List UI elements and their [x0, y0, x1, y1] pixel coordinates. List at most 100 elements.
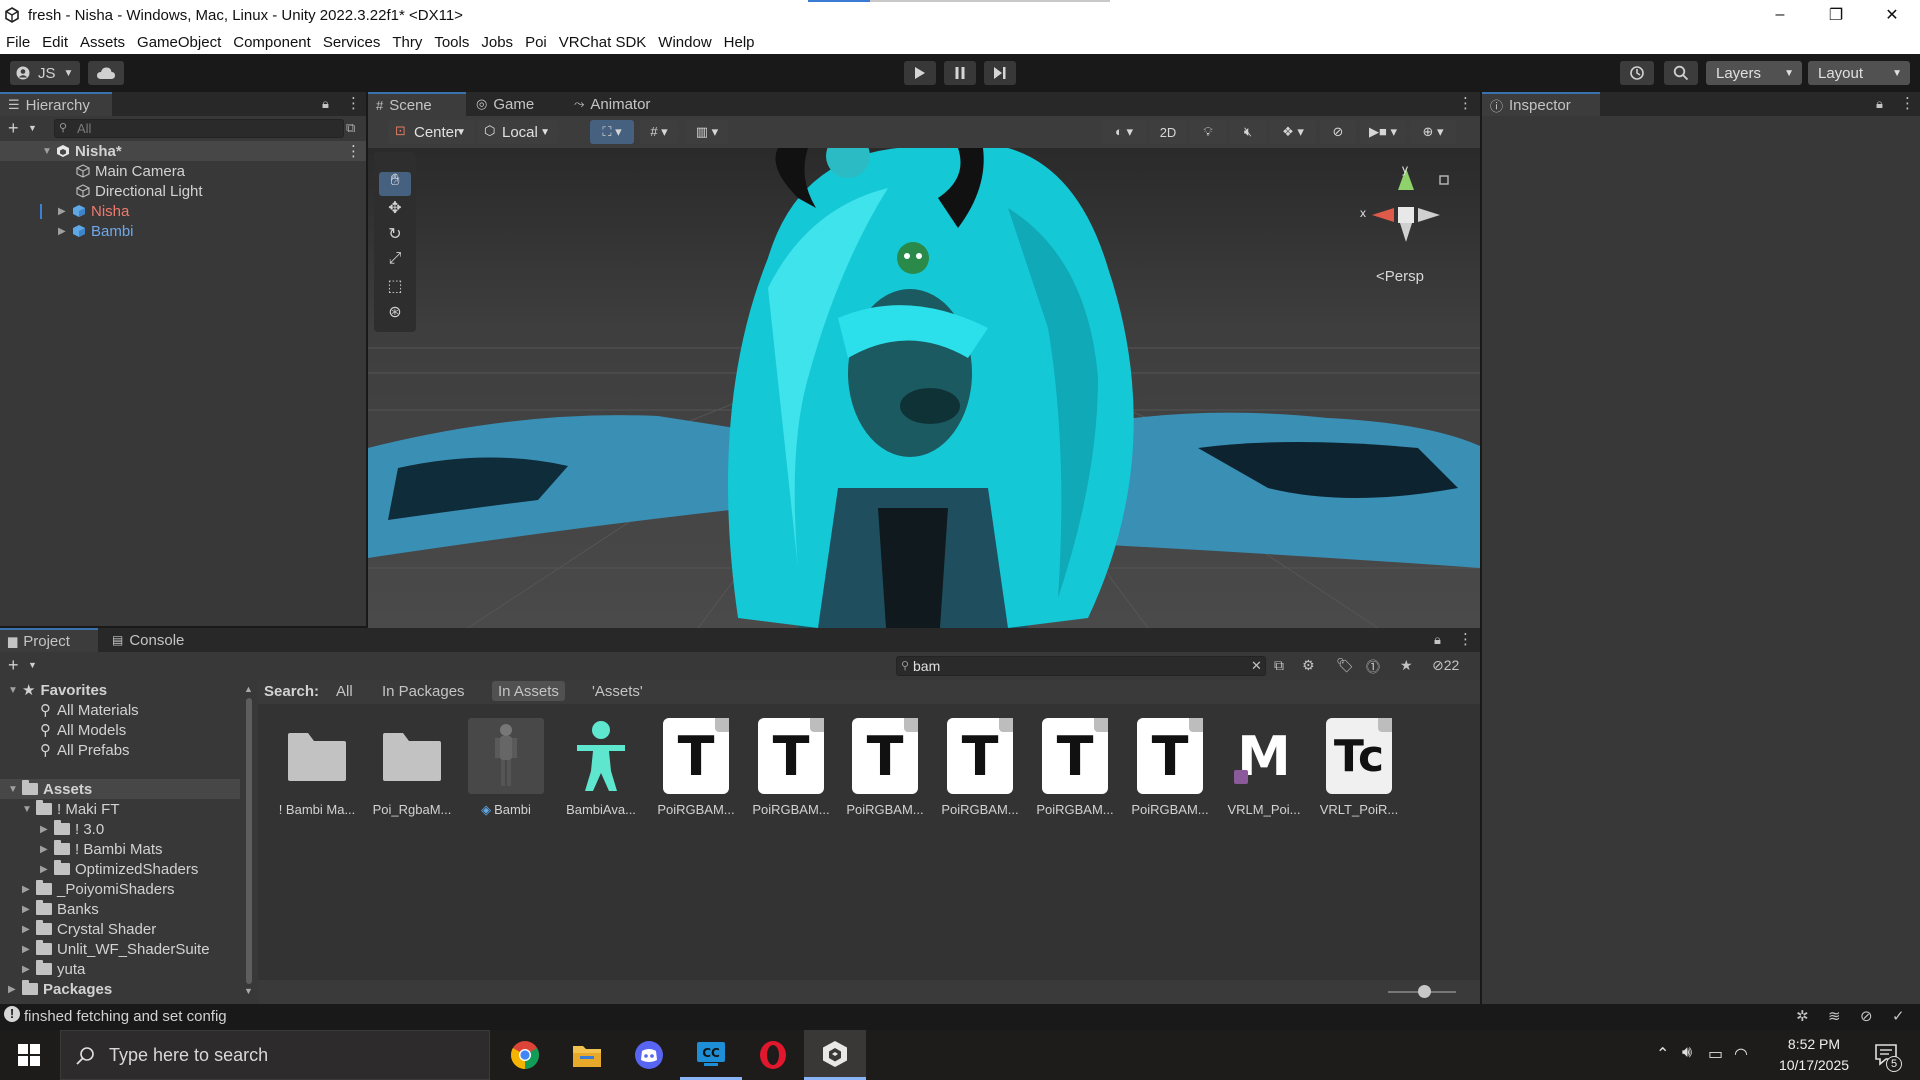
snap-toggle[interactable]: ⛶ ▾ — [590, 120, 634, 144]
tree-folder[interactable]: ▶ Banks — [22, 899, 99, 919]
search-by-type-icon[interactable]: ⧉ — [1274, 657, 1284, 674]
history-button[interactable] — [1620, 61, 1654, 85]
expand-arrow-icon[interactable]: ▶ — [22, 884, 36, 895]
scale-tool-button[interactable]: ⤢ — [379, 250, 411, 274]
project-search-input[interactable]: bam — [913, 658, 940, 674]
expand-arrow-icon[interactable]: ▼ — [42, 146, 56, 157]
menu-poi[interactable]: Poi — [519, 34, 553, 51]
pivot-dropdown[interactable]: ⊡ Center ▼ — [388, 120, 474, 144]
kebab-menu-icon[interactable]: ⋮ — [346, 142, 361, 160]
icon-size-slider-thumb[interactable] — [1418, 985, 1431, 998]
add-object-button[interactable]: + — [8, 118, 19, 139]
asset-item[interactable]: T PoiRGBAM... — [937, 718, 1023, 817]
menu-edit[interactable]: Edit — [36, 34, 74, 51]
cache-server-icon[interactable]: ⊘ — [1860, 1007, 1873, 1025]
wifi-icon[interactable]: ◠ — [1734, 1044, 1748, 1064]
chevron-down-icon[interactable]: ▼ — [28, 123, 37, 133]
asset-item[interactable]: ! Bambi Ma... — [274, 718, 360, 817]
asset-item[interactable]: M VRLM_Poi... — [1221, 718, 1307, 818]
expand-arrow-icon[interactable]: ▶ — [22, 904, 36, 915]
camera-settings-dropdown[interactable]: ▶■ ▾ — [1360, 120, 1406, 144]
cloud-button[interactable] — [88, 61, 124, 85]
rotate-tool-button[interactable]: ↻ — [379, 224, 411, 248]
taskbar-file-explorer[interactable] — [556, 1030, 618, 1080]
hierarchy-item-bambi[interactable]: ▶ Bambi — [58, 221, 134, 241]
scroll-down-icon[interactable]: ▼ — [244, 986, 253, 996]
transform-tool-button[interactable]: ⊛ — [379, 302, 411, 326]
expand-arrow-icon[interactable]: ▶ — [40, 864, 54, 875]
tree-folder[interactable]: ▶ OptimizedShaders — [40, 859, 198, 879]
tree-folder[interactable]: ▶ ! 3.0 — [40, 819, 104, 839]
scroll-up-icon[interactable]: ▲ — [244, 684, 253, 694]
clock-date[interactable]: 10/17/2025 — [1768, 1057, 1860, 1073]
restore-button[interactable]: ❐ — [1808, 0, 1864, 30]
toggle-2d-button[interactable]: 2D — [1150, 120, 1186, 144]
check-circle-icon[interactable]: ✓ — [1892, 1007, 1905, 1025]
taskbar-chrome[interactable] — [494, 1030, 556, 1080]
tree-folder[interactable]: ▶ yuta — [22, 959, 85, 979]
menu-services[interactable]: Services — [317, 34, 387, 51]
battery-icon[interactable]: ▭ — [1708, 1044, 1723, 1064]
scene-search-icon[interactable]: ⧉ — [346, 120, 355, 136]
taskbar-discord[interactable] — [618, 1030, 680, 1080]
lock-icon[interactable]: 🔒︎ — [1434, 632, 1441, 648]
lock-icon[interactable]: 🔒︎ — [322, 96, 329, 112]
audio-toggle[interactable]: 🔇︎ — [1230, 120, 1266, 144]
asset-item[interactable]: Poi_RgbaM... — [369, 718, 455, 817]
menu-jobs[interactable]: Jobs — [475, 34, 519, 51]
chevron-up-icon[interactable]: ⌃ — [1656, 1044, 1669, 1064]
status-message[interactable]: finshed fetching and set config — [24, 1008, 227, 1025]
tab-console[interactable]: ▤ Console — [104, 628, 204, 652]
menu-assets[interactable]: Assets — [74, 34, 131, 51]
search-scope-all[interactable]: All — [336, 683, 353, 700]
filter-by-type-icon[interactable]: ⚙︎ — [1302, 657, 1315, 674]
taskbar-search-input[interactable]: Type here to search — [109, 1045, 268, 1066]
start-button[interactable] — [0, 1030, 58, 1080]
hidden-objects-toggle[interactable]: ⊘ — [1320, 120, 1356, 144]
asset-item[interactable]: T PoiRGBAM... — [748, 718, 834, 817]
kebab-menu-icon[interactable]: ⋮ — [1900, 94, 1915, 112]
hierarchy-search-field[interactable]: ⚲ All — [54, 119, 344, 138]
expand-arrow-icon[interactable]: ▶ — [22, 924, 36, 935]
create-asset-button[interactable]: + — [8, 655, 19, 676]
projection-label[interactable]: <Persp — [1376, 268, 1424, 285]
tab-inspector[interactable]: ⓘ Inspector — [1482, 92, 1600, 116]
menu-window[interactable]: Window — [652, 34, 717, 51]
tree-folder[interactable]: ▼ ! Maki FT — [22, 799, 120, 819]
taskbar-unity[interactable] — [804, 1030, 866, 1080]
favorite-all-models[interactable]: ⚲ All Models — [40, 720, 126, 740]
taskbar-opera[interactable] — [742, 1030, 804, 1080]
clock-time[interactable]: 8:52 PM — [1768, 1036, 1860, 1052]
asset-item[interactable]: BambiAva... — [558, 718, 644, 817]
search-scope-in-packages[interactable]: In Packages — [382, 683, 465, 700]
expand-arrow-icon[interactable]: ▼ — [8, 784, 22, 795]
layers-stack-icon[interactable]: ≋ — [1828, 1007, 1841, 1025]
close-button[interactable]: ✕ — [1864, 0, 1920, 30]
asset-item[interactable]: Tc VRLT_PoiR... — [1316, 718, 1402, 817]
menu-help[interactable]: Help — [718, 34, 761, 51]
space-dropdown[interactable]: ⬡ Local ▼ — [478, 120, 558, 144]
kebab-menu-icon[interactable]: ⋮ — [346, 94, 361, 112]
scene-orientation-gizmo[interactable]: y x <Persp — [1356, 160, 1456, 290]
menu-tools[interactable]: Tools — [428, 34, 475, 51]
hierarchy-search-input[interactable]: All — [77, 121, 91, 136]
minimize-button[interactable]: – — [1752, 0, 1808, 30]
expand-arrow-icon[interactable]: ▶ — [40, 824, 54, 835]
expand-arrow-icon[interactable]: ▶ — [40, 844, 54, 855]
account-dropdown[interactable]: JS ▼ — [10, 61, 80, 85]
menu-component[interactable]: Component — [227, 34, 317, 51]
kebab-menu-icon[interactable]: ⋮ — [1458, 630, 1473, 648]
asset-item[interactable]: ◈ Bambi — [463, 718, 549, 818]
assets-header[interactable]: ▼ Assets — [0, 779, 240, 799]
chevron-down-icon[interactable]: ▼ — [28, 660, 37, 670]
tree-folder[interactable]: ▶ Unlit_WF_ShaderSuite — [22, 939, 210, 959]
tree-folder[interactable]: ▶ ! Bambi Mats — [40, 839, 163, 859]
scene-header-row[interactable]: ▼ Nisha* ⋮ — [0, 141, 366, 161]
packages-header[interactable]: ▶ Packages — [8, 979, 112, 999]
search-button[interactable] — [1664, 61, 1698, 85]
layers-dropdown[interactable]: Layers ▼ — [1706, 61, 1802, 85]
hand-tool-button[interactable]: ✋︎ — [379, 172, 411, 196]
layout-dropdown[interactable]: Layout ▼ — [1808, 61, 1910, 85]
favorite-star-icon[interactable]: ★ — [1400, 657, 1413, 674]
asset-item[interactable]: T PoiRGBAM... — [653, 718, 739, 817]
